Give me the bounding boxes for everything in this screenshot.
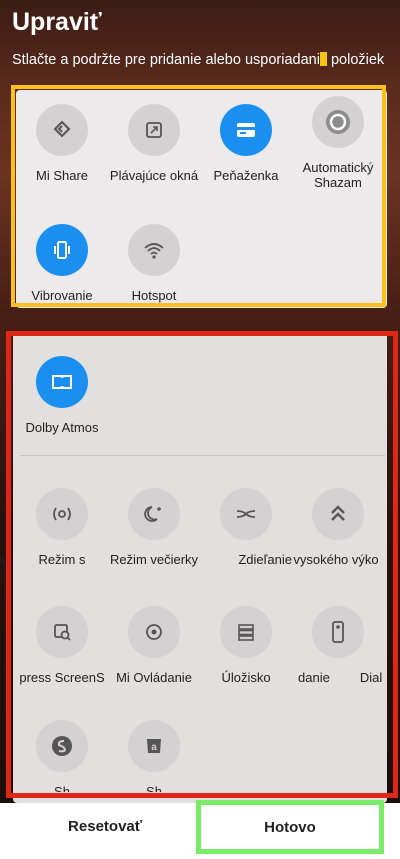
text-cursor (319, 52, 327, 66)
radio-waves-icon (36, 488, 88, 540)
tile-label: Hotspot (131, 288, 177, 303)
tile-label: press ScreenS (19, 670, 105, 685)
tile-partial-left-1[interactable]: a (0, 488, 5, 567)
tile-hotspot[interactable]: Hotspot (108, 224, 200, 303)
tile-auto-shazam[interactable]: Automatický Shazam (292, 96, 384, 190)
shuffle-icon (220, 488, 272, 540)
tile-label: Plávajúce okná (109, 168, 199, 183)
tile-dolby-atmos[interactable]: Dolby Atmos (16, 356, 108, 435)
tile-label: Automatický Shazam (292, 160, 384, 190)
tile-label: Sh (146, 784, 162, 792)
tile-label: Dolby Atmos (25, 420, 99, 435)
tile-shazam[interactable]: Sh (16, 720, 108, 792)
double-chevron-up-icon (312, 488, 364, 540)
done-button[interactable]: Hotovo (196, 800, 384, 854)
tile-mode-s[interactable]: Režim s (16, 488, 108, 567)
wallet-icon (220, 104, 272, 156)
floating-window-icon (128, 104, 180, 156)
section-divider (20, 455, 385, 456)
tile-label-right: Dial (359, 670, 383, 685)
subtitle-text-before: Stlačte a podržte pre pridanie alebo usp… (12, 52, 320, 68)
remote-icon (312, 606, 364, 658)
tile-label: Zdieľanie (238, 552, 292, 567)
tile-vibrate[interactable]: Vibrovanie (16, 224, 108, 303)
tile-label: danie Dial (292, 670, 384, 685)
reset-button[interactable]: Resetovať (40, 818, 170, 835)
dolby-icon (36, 356, 88, 408)
tile-mi-share[interactable]: Mi Share (16, 104, 108, 183)
vibrate-icon (36, 224, 88, 276)
tile-bedtime-mode[interactable]: Režim večierky (108, 488, 200, 567)
tile-remote-control[interactable]: danie Dial (292, 606, 384, 685)
appgallery-icon: a (128, 720, 180, 772)
tile-label: Mi Share (35, 168, 89, 183)
tile-mi-control[interactable]: Mi Ovládanie (108, 606, 200, 685)
tile-label: Úložisko (221, 670, 271, 685)
tile-label-line2: Shazam (314, 175, 362, 190)
hotspot-icon (128, 224, 180, 276)
tile-label: Vibrovanie (31, 288, 93, 303)
tile-label: Režim večierky (109, 552, 199, 567)
tile-floating-windows[interactable]: Plávajúce okná (108, 104, 200, 183)
done-button-label: Hotovo (264, 818, 316, 836)
tile-label: Režim s (38, 552, 86, 567)
tile-label: Mi Ovládanie (116, 670, 192, 685)
tile-label: Sh (54, 784, 70, 792)
storage-icon (220, 606, 272, 658)
tile-sharing[interactable]: Zdieľanie (200, 488, 292, 567)
mi-share-icon (36, 104, 88, 156)
tile-express-screenshot[interactable]: press ScreenS (16, 606, 108, 685)
page-subtitle: Stlačte a podržte pre pridanie alebo usp… (12, 52, 384, 68)
svg-text:a: a (151, 742, 157, 753)
shazam-icon (36, 720, 88, 772)
tile-high-performance[interactable]: vysokého výko (292, 488, 384, 567)
target-icon (128, 606, 180, 658)
screenshot-search-icon (36, 606, 88, 658)
tile-wallet[interactable]: Peňaženka (200, 104, 292, 183)
shazam-icon (312, 96, 364, 148)
tile-label: Peňaženka (213, 168, 279, 183)
tile-storage[interactable]: Úložisko (200, 606, 292, 685)
page-title: Upraviť (12, 8, 102, 36)
tile-label-left: danie (298, 670, 330, 685)
tile-appgallery[interactable]: a Sh (108, 720, 200, 792)
moon-stars-icon (128, 488, 180, 540)
tile-label: a (0, 552, 5, 567)
subtitle-text-after: položiek (326, 52, 385, 68)
tile-label: vysokého výko (293, 552, 379, 567)
tile-label-line1: Automatický (302, 160, 374, 175)
